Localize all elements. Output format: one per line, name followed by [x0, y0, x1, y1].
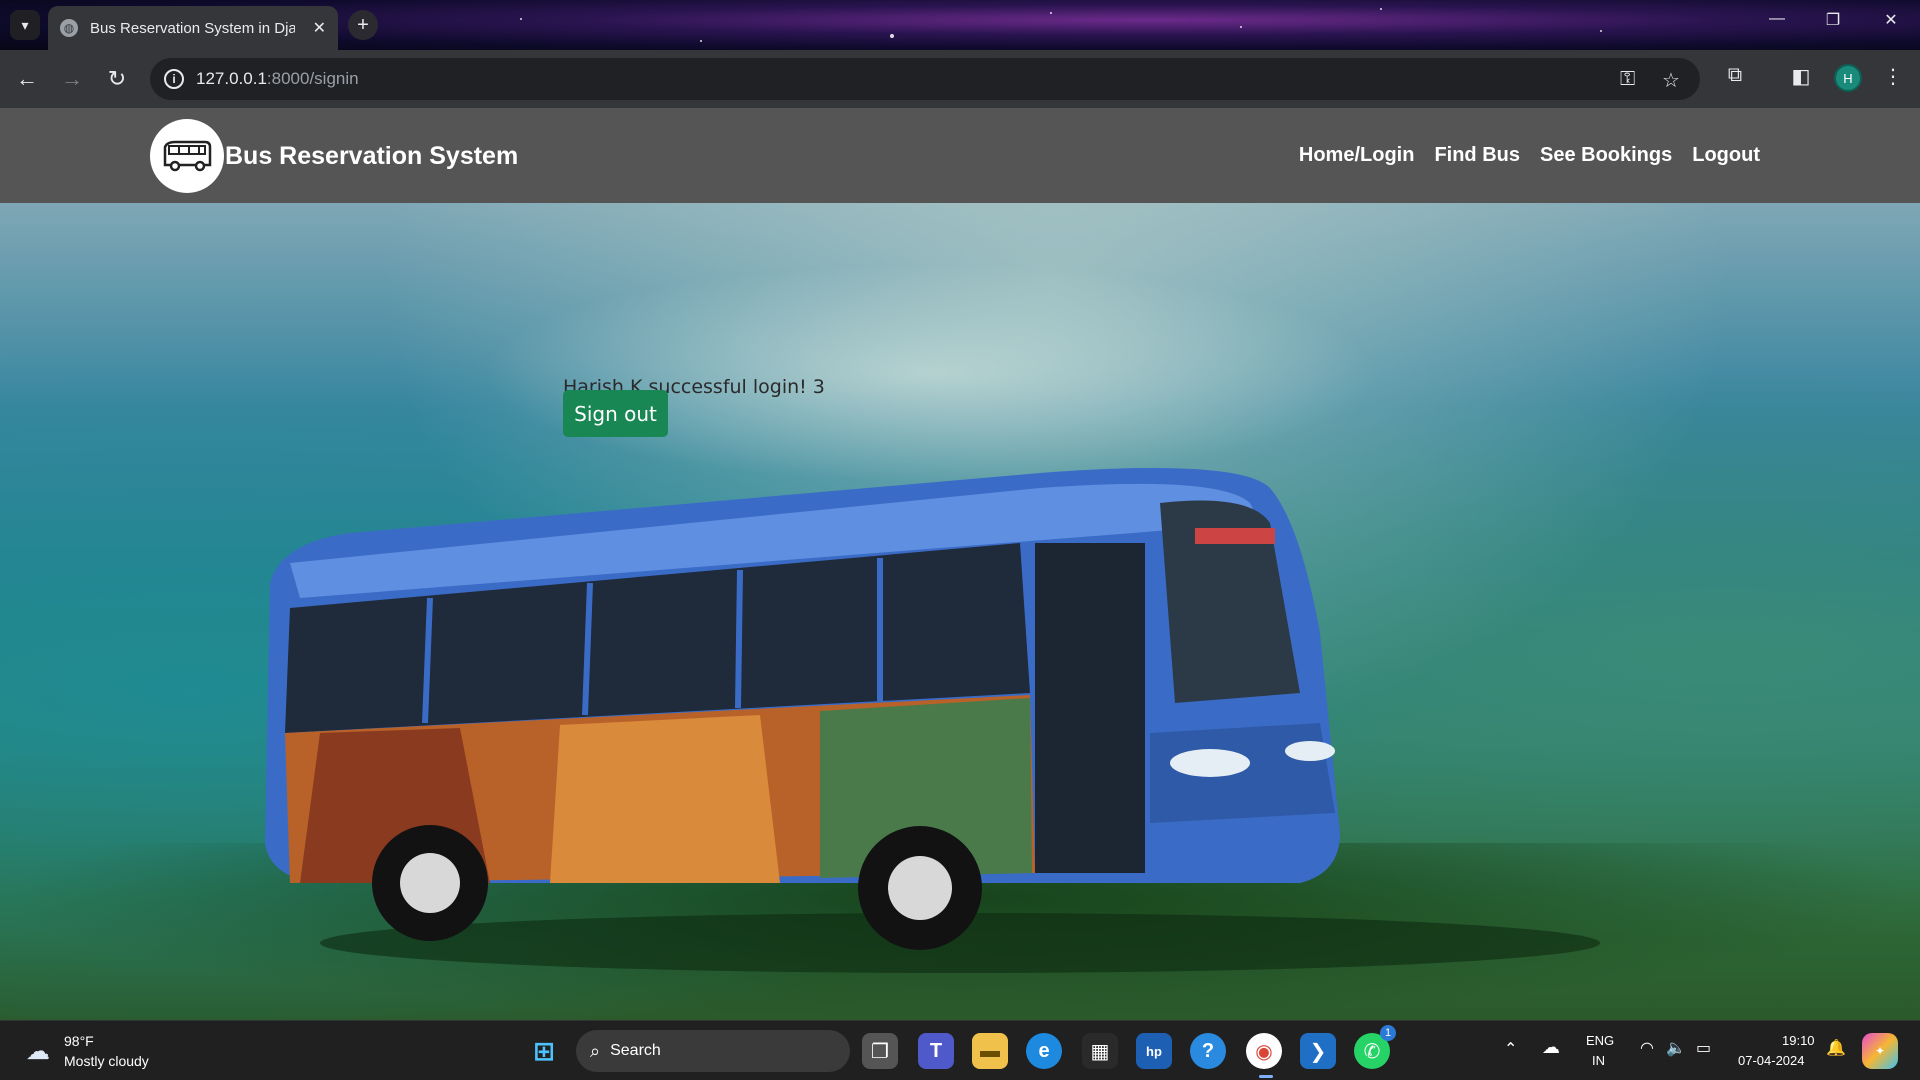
windows-taskbar: ☁ 98°F Mostly cloudy ⊞ ⌕ Search ❐ T ▬ e … — [0, 1020, 1920, 1080]
bus-image — [265, 468, 1600, 973]
url-path: :8000/signin — [266, 69, 359, 88]
nav-see-bookings[interactable]: See Bookings — [1540, 144, 1672, 167]
notification-bell-icon[interactable]: 🔔 — [1826, 1038, 1846, 1058]
side-panel-icon[interactable]: ◧ — [1786, 64, 1816, 89]
tab-close-icon[interactable]: ✕ — [313, 18, 326, 38]
reload-button[interactable]: ↻ — [102, 64, 132, 94]
background-star — [520, 18, 522, 20]
browser-toolbar: ← → ↻ i 127.0.0.1:8000/signin ⚿ ☆ ⧉ ◧ H … — [0, 50, 1920, 108]
bus-logo-icon[interactable] — [150, 119, 224, 193]
chevron-up-icon[interactable]: ⌃ — [1504, 1039, 1517, 1059]
windows-start-icon[interactable]: ⊞ — [526, 1033, 562, 1069]
weather-temp[interactable]: 98°F — [64, 1033, 94, 1049]
window-close-icon[interactable]: ✕ — [1876, 10, 1906, 30]
menu-kebab-icon[interactable]: ⋮ — [1878, 64, 1908, 89]
chrome-active-indicator — [1259, 1075, 1273, 1078]
language-bottom[interactable]: IN — [1592, 1053, 1605, 1068]
site-navbar: Bus Reservation System Home/Login Find B… — [0, 108, 1920, 203]
minimize-icon[interactable]: — — [1762, 10, 1792, 28]
web-page: Bus Reservation System Home/Login Find B… — [0, 108, 1920, 1020]
clock-time[interactable]: 19:10 — [1782, 1033, 1815, 1048]
nav-home-login[interactable]: Home/Login — [1299, 144, 1415, 167]
onedrive-cloud-icon[interactable]: ☁ — [1542, 1037, 1560, 1058]
url-host: 127.0.0.1 — [196, 69, 267, 88]
tab-title: Bus Reservation System in Djan — [90, 19, 295, 37]
site-info-icon[interactable]: i — [164, 69, 184, 89]
tab-search-dropdown-button[interactable]: ▾ — [10, 10, 40, 40]
browser-tab-active[interactable]: ◍ Bus Reservation System in Djan ✕ — [48, 6, 338, 50]
background-star — [1600, 30, 1602, 32]
background-star — [1380, 8, 1382, 10]
bookmark-star-icon[interactable]: ☆ — [1662, 68, 1680, 93]
help-icon[interactable]: ? — [1190, 1033, 1226, 1069]
file-explorer-icon[interactable]: ▬ — [972, 1033, 1008, 1069]
background-star — [700, 40, 702, 42]
wifi-icon[interactable]: ◠ — [1640, 1038, 1654, 1058]
browser-tab-bar: ▾ ◍ Bus Reservation System in Djan ✕ + —… — [0, 0, 1920, 50]
search-label: Search — [610, 1042, 661, 1059]
language-top[interactable]: ENG — [1586, 1033, 1614, 1048]
globe-icon: ◍ — [60, 19, 78, 37]
hero-background: Harish K successful login! 3 Sign out — [0, 203, 1920, 1020]
address-bar[interactable]: i 127.0.0.1:8000/signin ⚿ ☆ — [150, 58, 1700, 100]
background-star — [890, 34, 894, 38]
nav-logout[interactable]: Logout — [1692, 144, 1760, 167]
taskbar-search[interactable]: ⌕ Search — [576, 1030, 850, 1072]
volume-icon[interactable]: 🔈 — [1666, 1038, 1686, 1058]
nav-find-bus[interactable]: Find Bus — [1434, 144, 1520, 167]
forward-button[interactable]: → — [57, 64, 87, 94]
edge-icon[interactable]: e — [1026, 1033, 1062, 1069]
restore-icon[interactable]: ❐ — [1818, 10, 1848, 30]
chrome-icon[interactable]: ◉ — [1246, 1033, 1282, 1069]
brand-name[interactable]: Bus Reservation System — [225, 142, 518, 171]
weather-cloud-icon[interactable]: ☁ — [20, 1033, 56, 1069]
copilot-icon[interactable]: ✦ — [1862, 1033, 1898, 1069]
background-star — [1050, 12, 1052, 14]
sign-out-button[interactable]: Sign out — [563, 390, 668, 437]
clock-date[interactable]: 07-04-2024 — [1738, 1053, 1805, 1068]
task-view-icon[interactable]: ❐ — [862, 1033, 898, 1069]
nav-links: Home/Login Find Bus See Bookings Logout — [1299, 144, 1760, 167]
background-star — [1240, 26, 1242, 28]
password-key-icon[interactable]: ⚿ — [1620, 68, 1635, 91]
vscode-icon[interactable]: ❯ — [1300, 1033, 1336, 1069]
search-icon: ⌕ — [590, 1040, 601, 1061]
back-button[interactable]: ← — [12, 64, 42, 94]
new-tab-button[interactable]: + — [348, 10, 378, 40]
teams-icon[interactable]: T — [918, 1033, 954, 1069]
profile-avatar[interactable]: H — [1834, 64, 1862, 92]
battery-icon[interactable]: ▭ — [1696, 1038, 1711, 1058]
extensions-icon[interactable]: ⧉ — [1720, 64, 1750, 87]
whatsapp-badge: 1 — [1380, 1025, 1396, 1041]
weather-desc[interactable]: Mostly cloudy — [64, 1053, 149, 1069]
microsoft-store-icon[interactable]: ▦ — [1082, 1033, 1118, 1069]
myhp-icon[interactable]: hp — [1136, 1033, 1172, 1069]
